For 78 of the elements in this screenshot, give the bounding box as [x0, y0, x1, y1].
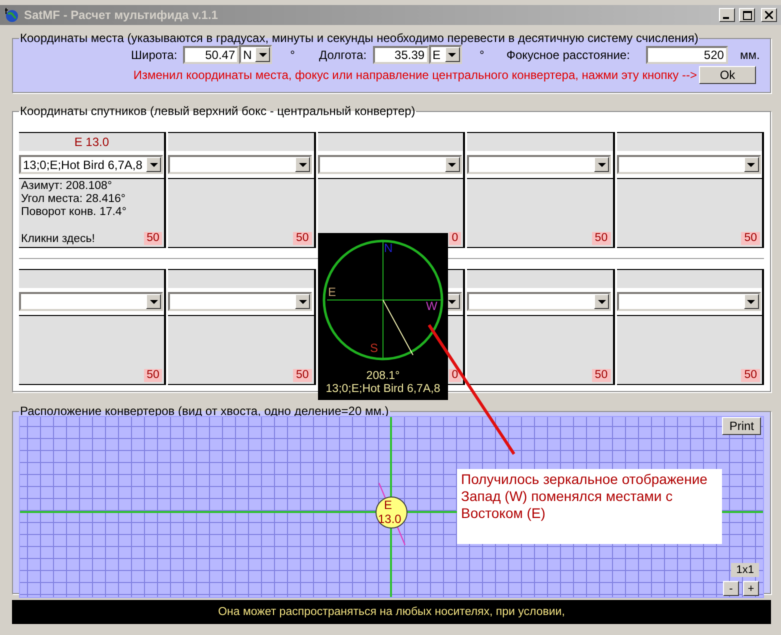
window-title: SatMF - Расчет мультифида v.1.1 — [24, 8, 219, 22]
click-here-label[interactable]: Кликни здесь! — [21, 233, 95, 246]
drop-arrow-icon — [448, 52, 456, 56]
satellite-dropdown[interactable] — [168, 155, 312, 174]
satellite-info-panel[interactable]: 50 — [19, 315, 164, 385]
close-button[interactable] — [761, 8, 777, 22]
size-badge: 50 — [293, 369, 312, 382]
marker-label: 13.0 — [378, 512, 402, 526]
satellite-dropdown[interactable] — [467, 155, 612, 174]
hemisphere-dropdown[interactable]: N — [239, 45, 272, 64]
drop-arrow-icon — [747, 300, 756, 304]
group-legend: Координаты спутников (левый верхний бокс - центральный конвертер) — [19, 104, 416, 118]
minimize-button[interactable] — [719, 8, 735, 22]
unit-label: мм. — [740, 48, 760, 62]
globe-icon — [4, 7, 20, 23]
scale-label: 1x1 — [731, 563, 759, 577]
satellite-dropdown[interactable]: 13;0;E;Hot Bird 6,7A,8 — [19, 155, 163, 174]
group-legend: Координаты места (указываются в градусах, минуты и секунды необходимо перевести в десятичную систему счисления) — [19, 31, 700, 45]
maximize-button[interactable] — [739, 8, 755, 22]
satellite-dropdown[interactable] — [168, 292, 312, 311]
satellite-info-panel[interactable]: 50 — [616, 178, 762, 248]
close-icon — [765, 11, 773, 19]
size-badge: 0 — [448, 232, 462, 245]
drop-arrow-icon — [448, 162, 456, 166]
satellite-info-panel[interactable]: 50 — [467, 178, 613, 248]
info-line: Поворот конв. 17.4° — [21, 206, 128, 219]
satellite-info-panel[interactable]: 50 — [616, 315, 762, 385]
drop-arrow-icon — [298, 162, 307, 166]
satellite-info-panel[interactable]: 50 — [467, 315, 613, 385]
satellite-dropdown[interactable] — [616, 292, 761, 311]
drop-arrow-icon — [298, 300, 307, 304]
hemisphere-dropdown[interactable]: E — [428, 45, 462, 64]
size-badge: 50 — [741, 232, 760, 245]
degree-sign: ° — [480, 48, 484, 62]
status-bar: Она может распространяться на любых носителях, при условии, — [12, 600, 771, 624]
slot-header: E 13.0 — [19, 132, 164, 151]
zoom-in-button[interactable]: + — [743, 581, 759, 596]
satellite-dropdown[interactable] — [318, 155, 462, 174]
field-label: Долгота: — [318, 48, 367, 62]
zoom-out-button[interactable]: - — [723, 581, 739, 596]
annotation-note: Получилось зеркальное отображение Запад (W) поменялся местами с Востоком (E) — [457, 469, 722, 544]
south-label: S — [370, 341, 378, 355]
marker-label: E — [384, 498, 392, 512]
drop-arrow-icon — [150, 162, 158, 166]
size-badge: 50 — [741, 369, 760, 382]
satellite-label: 13;0;E;Hot Bird 6,7A,8 — [326, 383, 440, 396]
size-badge: 50 — [592, 369, 611, 382]
drop-arrow-icon — [258, 52, 267, 56]
drop-arrow-icon — [598, 162, 606, 166]
degree-sign: ° — [290, 48, 295, 62]
focal-length-field[interactable]: 520 — [646, 46, 728, 64]
drop-arrow-icon — [747, 162, 756, 166]
coordinate-field[interactable]: 50.47 — [183, 46, 240, 64]
satellite-info-panel[interactable]: 50 — [168, 315, 314, 385]
satellite-info-panel[interactable]: 50 — [168, 178, 314, 248]
ok-button[interactable]: Ok — [699, 66, 756, 84]
field-label: Широта: — [131, 48, 178, 62]
drop-arrow-icon — [150, 300, 158, 304]
hint-text: Изменил координаты места, фокус или направление центрального конвертера, нажми эту кнопку --> — [133, 68, 697, 82]
maximize-icon — [742, 10, 752, 20]
satellite-dropdown[interactable] — [616, 155, 761, 174]
field-label: Фокусное расстояние: — [506, 48, 630, 62]
satellite-info-panel[interactable]: Азимут: 208.108° Угол места: 28.416° Поворот конв. 17.4° Кликни здесь! 50 — [19, 178, 164, 248]
coordinate-field[interactable]: 35.39 — [372, 46, 429, 64]
size-badge: 50 — [144, 232, 162, 245]
info-line: Азимут: 208.108° — [21, 180, 113, 193]
converter-marker — [375, 496, 408, 529]
drop-arrow-icon — [598, 300, 606, 304]
west-label: W — [426, 299, 438, 313]
size-badge: 50 — [592, 232, 611, 245]
size-badge: 50 — [293, 232, 312, 245]
print-button[interactable]: Print — [722, 417, 761, 435]
size-badge: 50 — [144, 369, 162, 382]
satellite-dropdown[interactable] — [19, 292, 163, 311]
east-label: E — [328, 285, 336, 299]
azimuth-readout: 208.1° — [366, 370, 400, 383]
info-line: Угол места: 28.416° — [21, 193, 127, 206]
satellite-dropdown[interactable] — [467, 292, 612, 311]
